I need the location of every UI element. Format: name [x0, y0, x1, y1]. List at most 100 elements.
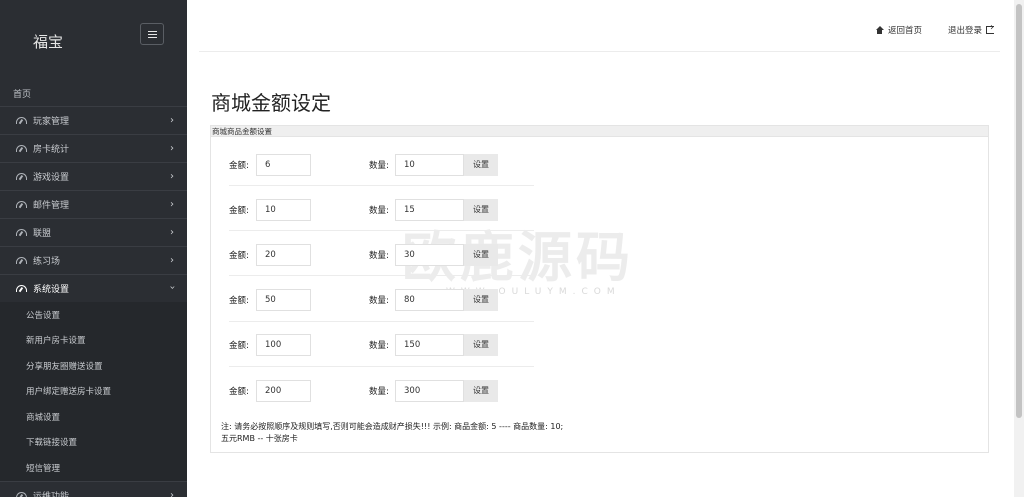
price-row: 金额: 数量: 设置 [229, 379, 539, 402]
chevron-right-icon: › [170, 115, 174, 126]
amount-label: 金额: [229, 295, 249, 306]
sidebar-item-game-settings[interactable]: 游戏设置 › [0, 162, 187, 190]
sidebar-subitem-sms[interactable]: 短信管理 [0, 455, 187, 481]
sidebar-item-label: 房卡统计 [33, 145, 70, 155]
chevron-down-icon: › [166, 285, 178, 290]
quantity-label: 数量: [369, 340, 389, 351]
amount-input[interactable] [256, 288, 311, 311]
quantity-label: 数量: [369, 250, 389, 261]
amount-input[interactable] [256, 379, 311, 402]
quantity-input[interactable] [395, 288, 464, 311]
mall-settings-panel: 商城商品金额设置 金额: 数量: 设置 金额: 数量: 设置 金额: 数量: 设… [210, 125, 989, 453]
dashboard-icon [16, 173, 27, 180]
quantity-label: 数量: [369, 205, 389, 216]
amount-input[interactable] [256, 243, 311, 266]
chevron-right-icon: › [170, 489, 174, 497]
row-divider [229, 230, 534, 231]
amount-label: 金额: [229, 205, 249, 216]
quantity-input[interactable] [395, 153, 464, 176]
sidebar-item-label: 运维功能 [33, 491, 70, 497]
chevron-right-icon: › [170, 227, 174, 238]
amount-label: 金额: [229, 160, 249, 171]
price-row: 金额: 数量: 设置 [229, 288, 539, 311]
sidebar-subitem-mall-settings[interactable]: 商城设置 [0, 404, 187, 430]
quantity-input[interactable] [395, 243, 464, 266]
chevron-right-icon: › [170, 199, 174, 210]
chevron-right-icon: › [170, 171, 174, 182]
back-home-link[interactable]: 返回首页 [875, 24, 922, 36]
set-button[interactable]: 设置 [464, 153, 498, 176]
sidebar: 福宝 首页 玩家管理 › 房卡统计 › 游戏设置 › 邮件管理 › 联盟 › 练… [0, 0, 187, 497]
quantity-input[interactable] [395, 379, 464, 402]
logout-label: 退出登录 [947, 26, 982, 36]
amount-input[interactable] [256, 198, 311, 221]
quantity-label: 数量: [369, 160, 389, 171]
sidebar-item-label: 系统设置 [33, 285, 70, 295]
sidebar-item-alliance[interactable]: 联盟 › [0, 218, 187, 246]
chevron-right-icon: › [170, 255, 174, 266]
amount-label: 金额: [229, 340, 249, 351]
quantity-label: 数量: [369, 386, 389, 397]
sidebar-item-operations[interactable]: 运维功能 › [0, 480, 187, 497]
page-title: 商城金额设定 [211, 91, 331, 115]
row-divider [229, 366, 534, 367]
row-divider [229, 321, 534, 322]
topbar-actions: 返回首页 退出登录 [875, 22, 994, 36]
sidebar-item-practice[interactable]: 练习场 › [0, 246, 187, 274]
sidebar-subitem-announcement[interactable]: 公告设置 [0, 302, 187, 328]
amount-label: 金额: [229, 386, 249, 397]
row-divider [229, 185, 534, 186]
amount-label: 金额: [229, 250, 249, 261]
home-icon [875, 26, 884, 34]
dashboard-icon [16, 117, 27, 124]
amount-input[interactable] [256, 153, 311, 176]
amount-input[interactable] [256, 333, 311, 356]
set-button[interactable]: 设置 [464, 288, 498, 311]
sidebar-subitem-bind-gift[interactable]: 用户绑定赠送房卡设置 [0, 379, 187, 405]
sidebar-subitem-download-link[interactable]: 下载链接设置 [0, 430, 187, 456]
sidebar-submenu-wrapper: 公告设置 新用户房卡设置 分享朋友圈赠送设置 用户绑定赠送房卡设置 商城设置 下… [0, 302, 187, 481]
sidebar-item-label: 练习场 [33, 257, 61, 267]
note-line: 注: 请务必按照顺序及规则填写,否则可能会造成财产损失!!! 示例: 商品金额:… [221, 422, 564, 431]
logout-link[interactable]: 退出登录 [947, 22, 994, 36]
sidebar-item-card-stats[interactable]: 房卡统计 › [0, 134, 187, 162]
row-divider [229, 275, 534, 276]
menu-toggle-button[interactable] [140, 23, 164, 45]
page-scrollbar[interactable] [1014, 0, 1024, 497]
sidebar-item-mail-management[interactable]: 邮件管理 › [0, 190, 187, 218]
hamburger-icon [147, 30, 157, 38]
dashboard-icon [16, 257, 27, 264]
price-row: 金额: 数量: 设置 [229, 153, 539, 176]
price-row: 金额: 数量: 设置 [229, 333, 539, 356]
sidebar-submenu: 公告设置 新用户房卡设置 分享朋友圈赠送设置 用户绑定赠送房卡设置 商城设置 下… [0, 302, 187, 481]
sidebar-item-label: 联盟 [33, 229, 52, 239]
quantity-input[interactable] [395, 198, 464, 221]
sidebar-item-label: 玩家管理 [33, 117, 70, 127]
sidebar-subitem-new-user-card[interactable]: 新用户房卡设置 [0, 328, 187, 354]
sidebar-subitem-share-gift[interactable]: 分享朋友圈赠送设置 [0, 353, 187, 379]
instruction-note: 注: 请务必按照顺序及规则填写,否则可能会造成财产损失!!! 示例: 商品金额:… [221, 421, 563, 445]
brand-name: 福宝 [33, 33, 64, 51]
dashboard-icon [16, 229, 27, 236]
panel-title: 商城商品金额设置 [211, 126, 988, 137]
price-row: 金额: 数量: 设置 [229, 198, 539, 221]
sidebar-item-system-settings[interactable]: 系统设置 › [0, 274, 187, 302]
back-home-label: 返回首页 [887, 26, 922, 36]
sidebar-item-label: 邮件管理 [33, 201, 70, 211]
set-button[interactable]: 设置 [464, 333, 498, 356]
chevron-right-icon: › [170, 143, 174, 154]
quantity-input[interactable] [395, 333, 464, 356]
sidebar-home-link[interactable]: 首页 [13, 87, 31, 100]
scrollbar-thumb[interactable] [1016, 4, 1022, 418]
dashboard-icon [16, 285, 27, 292]
dashboard-icon [16, 491, 27, 497]
sidebar-item-label: 游戏设置 [33, 173, 70, 183]
set-button[interactable]: 设置 [464, 379, 498, 402]
note-line: 五元RMB -- 十张房卡 [221, 434, 298, 443]
set-button[interactable]: 设置 [464, 198, 498, 221]
header-divider [199, 51, 1000, 52]
quantity-label: 数量: [369, 295, 389, 306]
sidebar-item-player-management[interactable]: 玩家管理 › [0, 106, 187, 134]
dashboard-icon [16, 201, 27, 208]
set-button[interactable]: 设置 [464, 243, 498, 266]
